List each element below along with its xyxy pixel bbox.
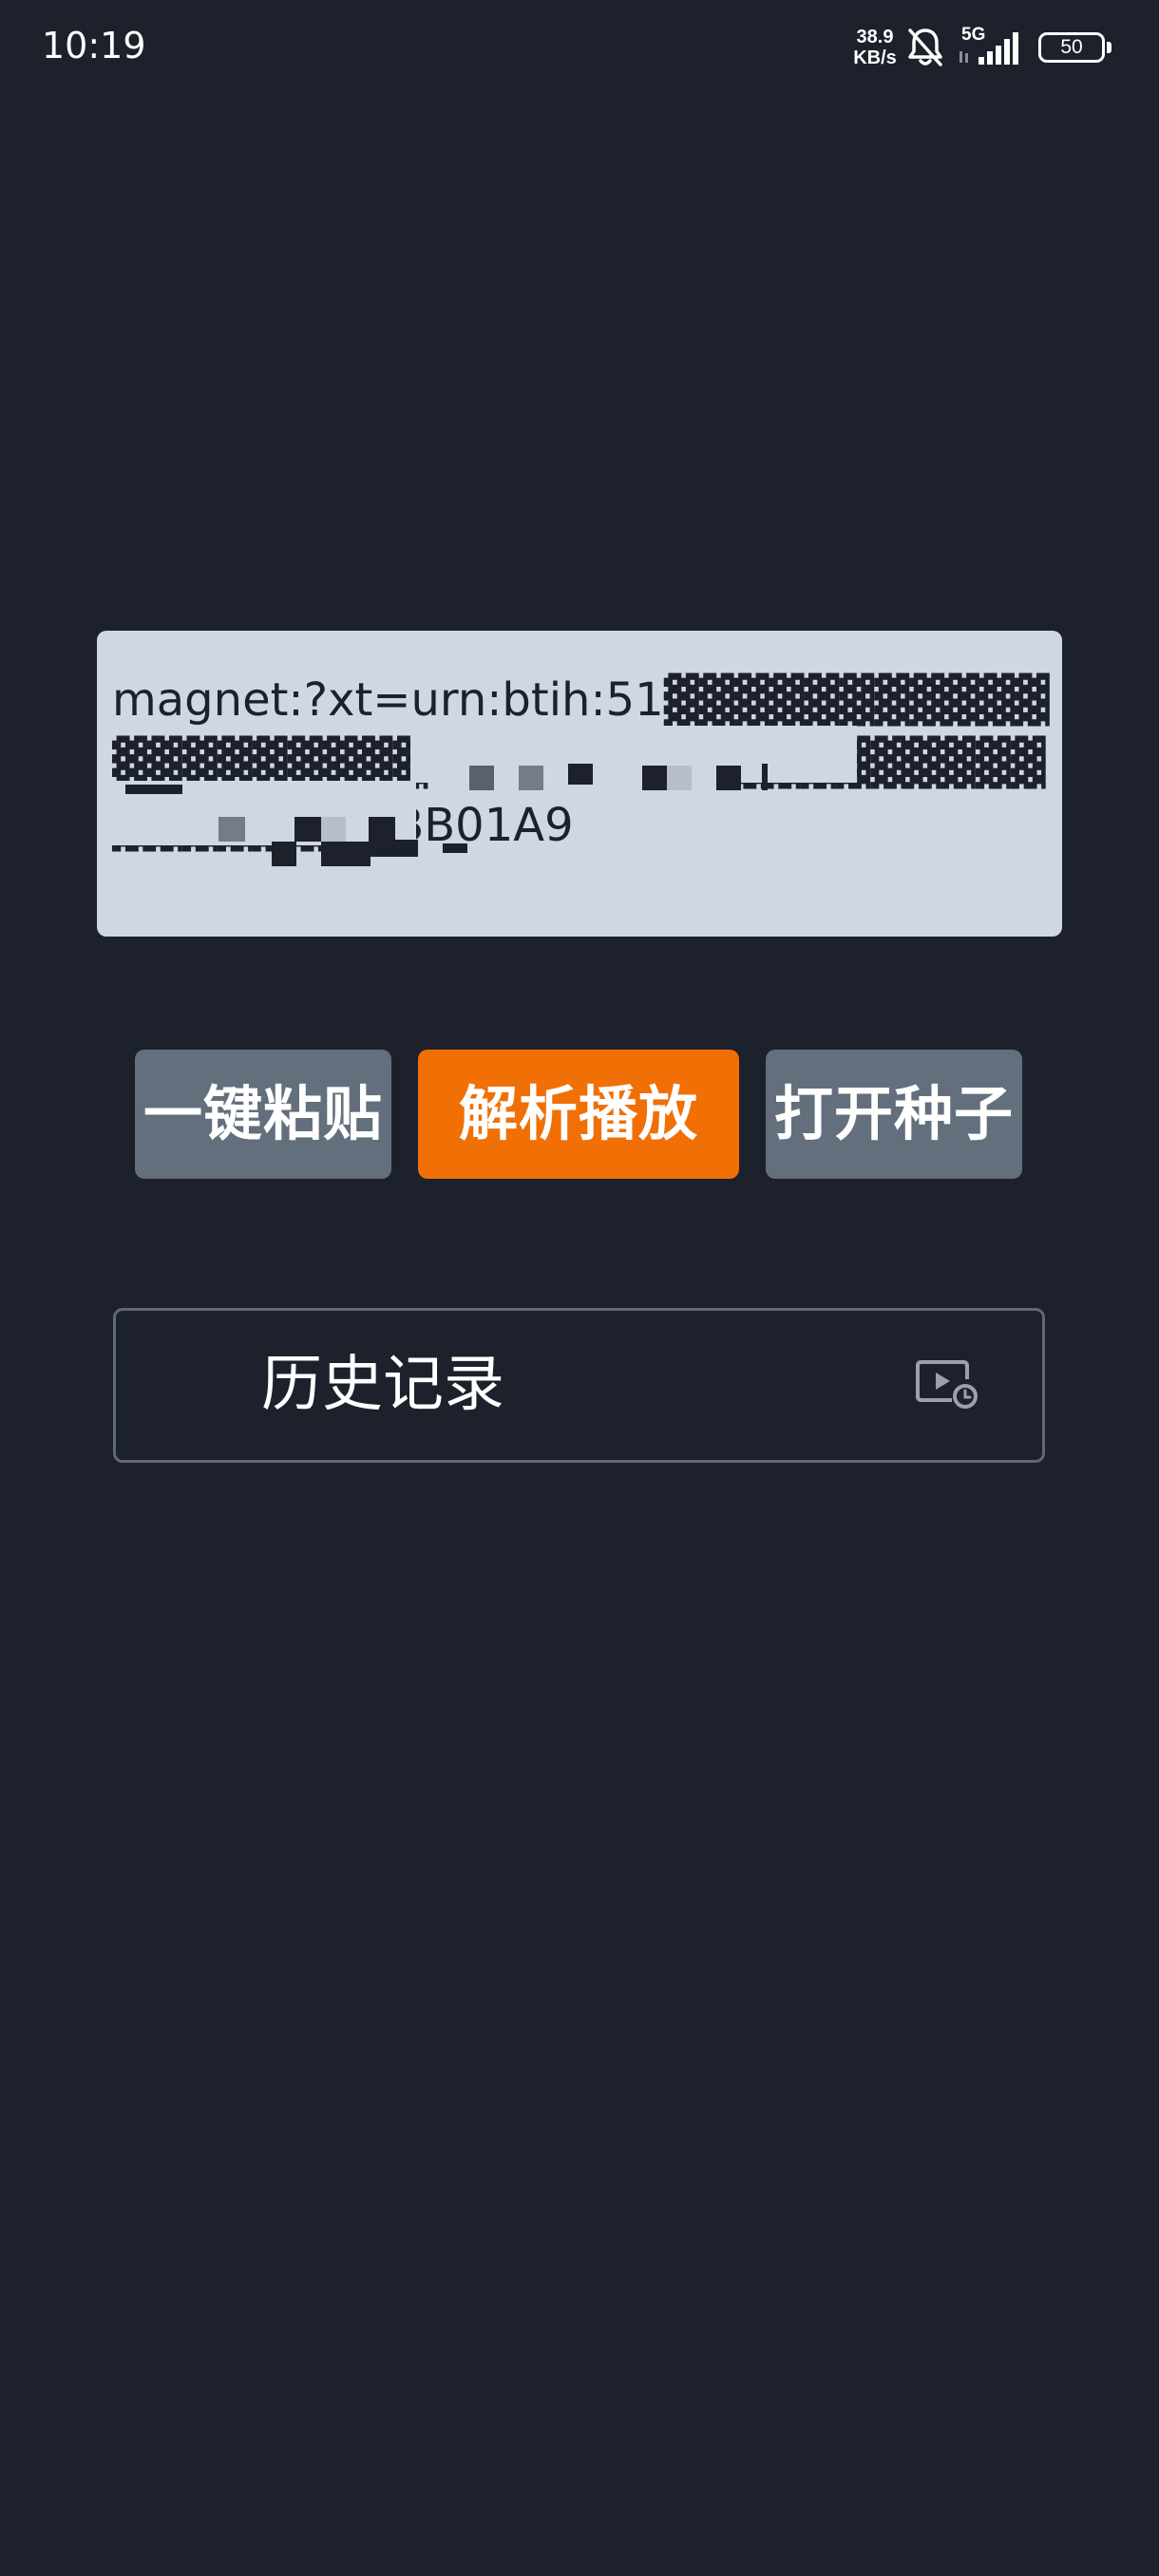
redaction-block — [321, 817, 346, 842]
status-bar: 10:19 38.9 KB/s 5G 50 — [0, 0, 1159, 95]
redaction-block — [568, 764, 593, 785]
redaction-block — [642, 766, 667, 790]
network-speed-unit: KB/s — [853, 47, 897, 68]
redaction-block — [667, 766, 692, 790]
battery-tip — [1107, 42, 1112, 53]
status-time: 10:19 — [42, 25, 146, 66]
redaction-block — [125, 785, 182, 794]
redaction-block — [716, 766, 741, 790]
redaction-block — [218, 817, 245, 842]
redaction-overlay — [97, 631, 1062, 937]
signal-icon — [960, 32, 1018, 65]
redaction-block — [519, 766, 543, 790]
parse-play-button[interactable]: 解析播放 — [418, 1050, 739, 1179]
redaction-block — [272, 842, 296, 866]
redaction-block — [762, 764, 768, 790]
redaction-block — [294, 817, 321, 842]
battery-level: 50 — [1060, 36, 1083, 58]
redaction-block — [469, 766, 494, 790]
network-speed: 38.9 KB/s — [848, 27, 902, 68]
open-torrent-button[interactable]: 打开种子 — [766, 1050, 1022, 1179]
redaction-block — [321, 842, 370, 866]
redaction-block — [369, 817, 395, 842]
redaction-block — [443, 843, 467, 853]
history-video-icon — [916, 1360, 978, 1409]
mute-icon — [908, 28, 942, 66]
history-button[interactable]: 历史记录 — [113, 1308, 1045, 1463]
network-speed-value: 38.9 — [856, 27, 894, 47]
redaction-block — [370, 840, 418, 857]
history-label: 历史记录 — [261, 1350, 504, 1420]
magnet-link-input[interactable]: magnet:?xt=urn:btih:51▓▓▓▓▓▓▓▓▓▓▓▓▓▓▓▓▓▓… — [97, 631, 1062, 937]
paste-button[interactable]: 一键粘贴 — [135, 1050, 391, 1179]
